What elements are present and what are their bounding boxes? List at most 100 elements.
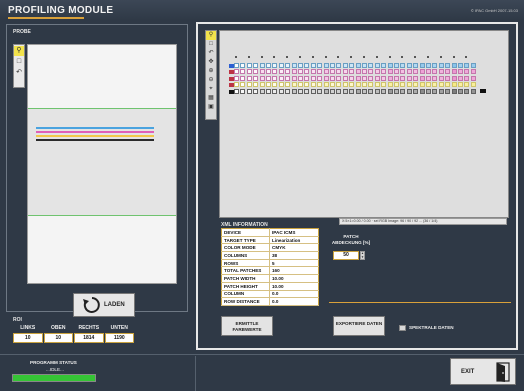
determine-colors-button[interactable]: ERMITTLE FARBWERTE — [221, 316, 273, 336]
color-patch[interactable] — [381, 82, 387, 88]
color-patch[interactable] — [298, 69, 303, 75]
color-patch[interactable] — [278, 75, 284, 81]
color-patch[interactable] — [266, 82, 271, 88]
color-patch[interactable] — [304, 63, 310, 68]
coverage-input[interactable]: 50 — [333, 251, 359, 260]
color-patch[interactable] — [445, 88, 451, 94]
color-patch[interactable] — [464, 69, 470, 75]
color-patch[interactable] — [240, 88, 246, 94]
color-patch[interactable] — [259, 75, 265, 81]
zoom-in-icon[interactable]: ⊕ — [206, 67, 216, 76]
color-patch[interactable] — [291, 63, 297, 68]
color-patch[interactable] — [240, 82, 246, 88]
color-patch[interactable] — [317, 75, 323, 81]
color-patch[interactable] — [240, 69, 246, 75]
color-patch[interactable] — [349, 82, 355, 88]
color-patch[interactable] — [426, 75, 431, 81]
roi-left-input[interactable]: 10 — [13, 333, 43, 343]
color-patch[interactable] — [330, 88, 335, 94]
color-patch[interactable] — [458, 69, 463, 75]
color-patch[interactable] — [374, 88, 380, 94]
color-patch[interactable] — [445, 63, 451, 68]
color-patch[interactable] — [323, 63, 329, 68]
color-patch[interactable] — [438, 82, 444, 88]
color-patch[interactable] — [394, 63, 399, 68]
color-patch[interactable] — [246, 82, 252, 88]
color-patch[interactable] — [272, 63, 278, 68]
color-patch[interactable] — [240, 75, 246, 81]
color-patch[interactable] — [458, 75, 463, 81]
pan-icon[interactable]: ✥ — [206, 58, 216, 67]
color-patch[interactable] — [355, 69, 361, 75]
color-patch[interactable] — [246, 63, 252, 68]
color-patch[interactable] — [368, 63, 374, 68]
color-patch[interactable] — [438, 63, 444, 68]
color-patch[interactable] — [240, 63, 246, 68]
color-patch[interactable] — [387, 82, 393, 88]
color-patch[interactable] — [234, 75, 239, 81]
color-patch[interactable] — [413, 63, 419, 68]
color-patch[interactable] — [310, 75, 316, 81]
color-patch[interactable] — [291, 88, 297, 94]
color-patch[interactable] — [406, 88, 412, 94]
color-patch[interactable] — [394, 69, 399, 75]
color-patch[interactable] — [394, 82, 399, 88]
color-patch[interactable] — [349, 75, 355, 81]
rectangle-icon[interactable]: □ — [14, 57, 24, 67]
color-patch[interactable] — [266, 88, 271, 94]
color-patch[interactable] — [330, 75, 335, 81]
color-patch[interactable] — [285, 75, 291, 81]
color-patch[interactable] — [368, 69, 374, 75]
color-patch[interactable] — [451, 88, 457, 94]
color-patch[interactable] — [426, 69, 431, 75]
color-patch[interactable] — [349, 69, 355, 75]
color-patch[interactable] — [298, 88, 303, 94]
color-patch[interactable] — [285, 82, 291, 88]
color-patch[interactable] — [400, 88, 406, 94]
color-patch[interactable] — [458, 63, 463, 68]
color-patch[interactable] — [336, 63, 342, 68]
color-patch[interactable] — [470, 88, 476, 94]
color-patch[interactable] — [336, 75, 342, 81]
color-patch[interactable] — [259, 63, 265, 68]
color-patch[interactable] — [317, 63, 323, 68]
color-patch[interactable] — [234, 69, 239, 75]
color-patch[interactable] — [342, 69, 348, 75]
color-patch[interactable] — [272, 82, 278, 88]
color-patch[interactable] — [368, 75, 374, 81]
color-patch[interactable] — [362, 63, 367, 68]
probe-image-view[interactable] — [27, 44, 177, 284]
fit-icon[interactable]: ▣ — [206, 103, 216, 112]
color-patch[interactable] — [285, 69, 291, 75]
color-patch[interactable] — [394, 75, 399, 81]
color-patch[interactable] — [470, 63, 476, 68]
color-patch[interactable] — [298, 82, 303, 88]
color-patch[interactable] — [432, 75, 438, 81]
color-patch[interactable] — [259, 88, 265, 94]
color-patch[interactable] — [394, 88, 399, 94]
color-patch[interactable] — [291, 82, 297, 88]
color-patch[interactable] — [355, 88, 361, 94]
color-patch[interactable] — [349, 88, 355, 94]
color-patch[interactable] — [413, 75, 419, 81]
color-patch[interactable] — [272, 75, 278, 81]
color-patch[interactable] — [323, 69, 329, 75]
color-patch[interactable] — [432, 82, 438, 88]
search-icon[interactable]: ⚲ — [206, 31, 216, 40]
color-patch[interactable] — [432, 69, 438, 75]
color-patch[interactable] — [451, 75, 457, 81]
color-patch[interactable] — [362, 82, 367, 88]
color-patch[interactable] — [317, 69, 323, 75]
color-patch[interactable] — [400, 82, 406, 88]
color-patch[interactable] — [400, 69, 406, 75]
color-patch[interactable] — [374, 69, 380, 75]
color-patch[interactable] — [381, 63, 387, 68]
color-patch[interactable] — [470, 69, 476, 75]
color-patch[interactable] — [419, 69, 425, 75]
color-patch[interactable] — [310, 82, 316, 88]
search-icon[interactable]: ⚲ — [14, 46, 24, 56]
color-patch[interactable] — [432, 88, 438, 94]
color-patch[interactable] — [406, 75, 412, 81]
color-patch[interactable] — [310, 63, 316, 68]
rectangle-icon[interactable]: □ — [206, 40, 216, 49]
